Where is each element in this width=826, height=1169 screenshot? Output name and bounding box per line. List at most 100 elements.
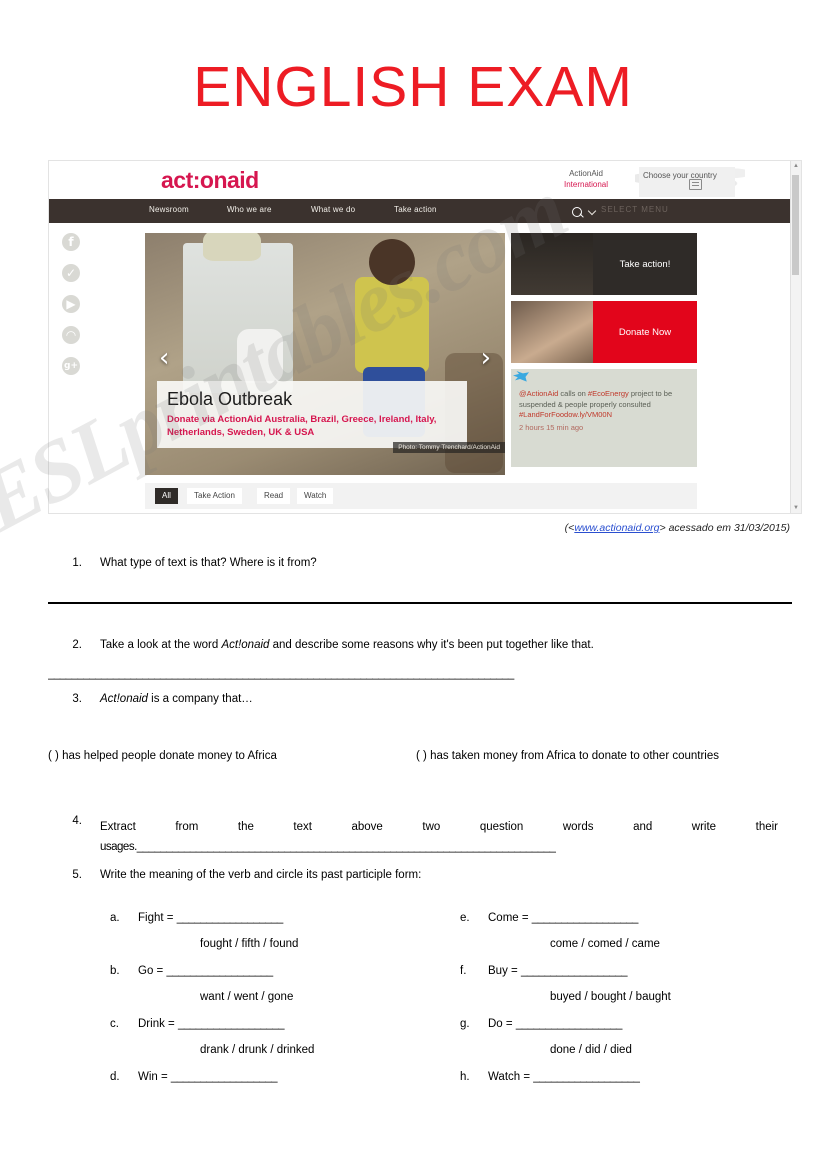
verb-item-h: h. Watch = __________________ [460, 1071, 800, 1124]
chevron-down-icon[interactable] [589, 208, 596, 215]
verb-item-e-alternatives[interactable]: come / comed / came [550, 938, 660, 950]
youtube-icon[interactable]: ▶ [62, 295, 80, 313]
question-2-pre: Take a look at the word [100, 639, 222, 651]
scrollbar[interactable]: ▲ ▼ [790, 161, 801, 513]
tweet-link[interactable]: Food [551, 410, 568, 419]
verb-item-c-letter: c. [110, 1018, 119, 1030]
hero-heading: Ebola Outbreak [167, 389, 293, 409]
verb-item-c-alternatives[interactable]: drank / drunk / drinked [200, 1044, 314, 1056]
verb-item-f-alternatives[interactable]: buyed / bought / baught [550, 991, 671, 1003]
tweet-timestamp: 2 hours 15 min ago [519, 422, 584, 432]
tweet-hashtag-2[interactable]: #LandFor [519, 410, 551, 419]
nav-item-what-we-do[interactable]: What we do [311, 205, 355, 214]
tweet-handle[interactable]: @ActionAid [519, 389, 558, 398]
tweet-text-1: calls on [558, 389, 588, 398]
verb-item-b-blank[interactable]: __________________ [166, 965, 273, 977]
nav-item-newsroom[interactable]: Newsroom [149, 205, 189, 214]
rss-icon[interactable]: ◠ [62, 326, 80, 344]
carousel-next-arrow[interactable]: › [481, 345, 491, 371]
verb-column-right: e. Come = __________________ come / come… [460, 912, 800, 1124]
verb-item-g-alternatives[interactable]: done / did / died [550, 1044, 632, 1056]
region-label-line1: ActionAid [569, 169, 603, 178]
option-a[interactable]: ( ) has helped people donate money to Af… [48, 746, 408, 766]
site-header: act:onaid ActionAid International Choose… [49, 161, 801, 199]
verb-item-f: f. Buy = __________________ buyed / boug… [460, 965, 800, 1018]
worksheet-page: ESLprintables.com ENGLISH EXAM act:onaid… [0, 0, 826, 1169]
filter-read[interactable]: Read [257, 488, 291, 504]
hero-subheading: Donate via ActionAid Australia, Brazil, … [167, 414, 437, 438]
filter-all[interactable]: All [155, 488, 178, 504]
filter-watch[interactable]: Watch [297, 488, 334, 504]
horizontal-divider [48, 602, 792, 604]
source-suffix: > acessado em 31/03/2015) [659, 522, 790, 534]
twitter-bird-icon [513, 371, 529, 382]
question-3-text: Act!onaid is a company that… [100, 692, 253, 707]
verb-item-a-blank[interactable]: __________________ [177, 912, 284, 924]
verb-item-a-alternatives[interactable]: fought / fifth / found [200, 938, 298, 950]
question-3-number: 3. [72, 693, 82, 705]
nav-item-who-we-are[interactable]: Who we are [227, 205, 272, 214]
verb-item-e-prompt: Come = __________________ [488, 912, 638, 924]
card-take-action-label: Take action! [619, 258, 671, 270]
actionaid-logo[interactable]: act:onaid [161, 167, 259, 194]
question-2-emphasis: Act!onaid [221, 639, 270, 651]
verb-item-e: e. Come = __________________ come / come… [460, 912, 800, 965]
verb-item-c-prompt: Drink = __________________ [138, 1018, 285, 1030]
verb-item-d-verb: Win = [138, 1071, 168, 1083]
question-2-post: and describe some reasons why it's been … [269, 639, 594, 651]
question-2-number: 2. [72, 639, 82, 651]
card-donate-now-label: Donate Now [618, 326, 672, 338]
verb-item-d-letter: d. [110, 1071, 120, 1083]
social-rail: f ✓ ▶ ◠ g+ [51, 233, 91, 388]
card-take-action[interactable]: Take action! [511, 233, 697, 295]
hero-caption[interactable]: Ebola Outbreak Donate via ActionAid Aust… [157, 381, 467, 448]
region-label-line2: International [563, 180, 609, 189]
verb-item-h-prompt: Watch = __________________ [488, 1071, 640, 1083]
option-b[interactable]: ( ) has taken money from Africa to donat… [416, 746, 788, 766]
filter-take-action[interactable]: Take Action [187, 488, 242, 504]
option-b-marker[interactable]: ( ) [416, 750, 427, 762]
region-label: ActionAid International [549, 168, 623, 190]
verb-item-a-prompt: Fight = __________________ [138, 912, 283, 924]
nav-item-take-action[interactable]: Take action [394, 205, 437, 214]
verb-item-b-alternatives[interactable]: want / went / gone [200, 991, 293, 1003]
verb-item-g-prompt: Do = __________________ [488, 1018, 622, 1030]
source-url-link[interactable]: www.actionaid.org [574, 522, 659, 534]
option-a-marker[interactable]: ( ) [48, 750, 59, 762]
google-plus-icon[interactable]: g+ [62, 357, 80, 375]
scrollbar-down-arrow[interactable]: ▼ [793, 505, 799, 511]
verb-item-g-verb: Do = [488, 1018, 513, 1030]
verb-item-c-blank[interactable]: __________________ [178, 1018, 285, 1030]
content-filter-bar: All Take Action Read Watch [145, 483, 697, 509]
scrollbar-thumb[interactable] [792, 175, 799, 275]
country-selector[interactable]: Choose your country [639, 167, 735, 197]
verb-item-c: c. Drink = __________________ drank / dr… [110, 1018, 450, 1071]
scrollbar-up-arrow[interactable]: ▲ [793, 163, 799, 169]
verb-item-f-letter: f. [460, 965, 467, 977]
verb-item-f-blank[interactable]: __________________ [521, 965, 628, 977]
hero-carousel[interactable]: ‹ › Ebola Outbreak Donate via ActionAid … [145, 233, 505, 475]
verb-item-b-letter: b. [110, 965, 120, 977]
verb-item-a-letter: a. [110, 912, 120, 924]
verb-item-b: b. Go = __________________ want / went /… [110, 965, 450, 1018]
tweet-link-tail[interactable]: ow.ly/VM00N [568, 410, 612, 419]
select-menu-label[interactable]: SELECT MENU [601, 205, 669, 214]
verb-item-g-blank[interactable]: __________________ [516, 1018, 623, 1030]
twitter-icon[interactable]: ✓ [62, 264, 80, 282]
search-icon[interactable] [572, 207, 582, 217]
answer-line-q4[interactable]: ________________________________________… [137, 841, 556, 853]
verb-item-e-blank[interactable]: __________________ [532, 912, 639, 924]
question-4-text-line2: usages._________________________________… [100, 840, 778, 855]
tweet-hashtag-1[interactable]: #EcoEnergy [588, 389, 629, 398]
carousel-prev-arrow[interactable]: ‹ [159, 345, 169, 371]
answer-line-q2[interactable]: ________________________________________… [48, 668, 738, 680]
verb-item-f-verb: Buy = [488, 965, 518, 977]
facebook-icon[interactable]: f [62, 233, 80, 251]
verb-item-d: d. Win = __________________ [110, 1071, 450, 1124]
tweet-card[interactable]: @ActionAid calls on #EcoEnergy project t… [511, 369, 697, 467]
question-3-post: is a company that… [147, 693, 253, 705]
verb-item-d-blank[interactable]: __________________ [171, 1071, 278, 1083]
question-5-text: Write the meaning of the verb and circle… [100, 869, 422, 881]
card-donate-now[interactable]: Donate Now [511, 301, 697, 363]
verb-item-h-blank[interactable]: __________________ [533, 1071, 640, 1083]
